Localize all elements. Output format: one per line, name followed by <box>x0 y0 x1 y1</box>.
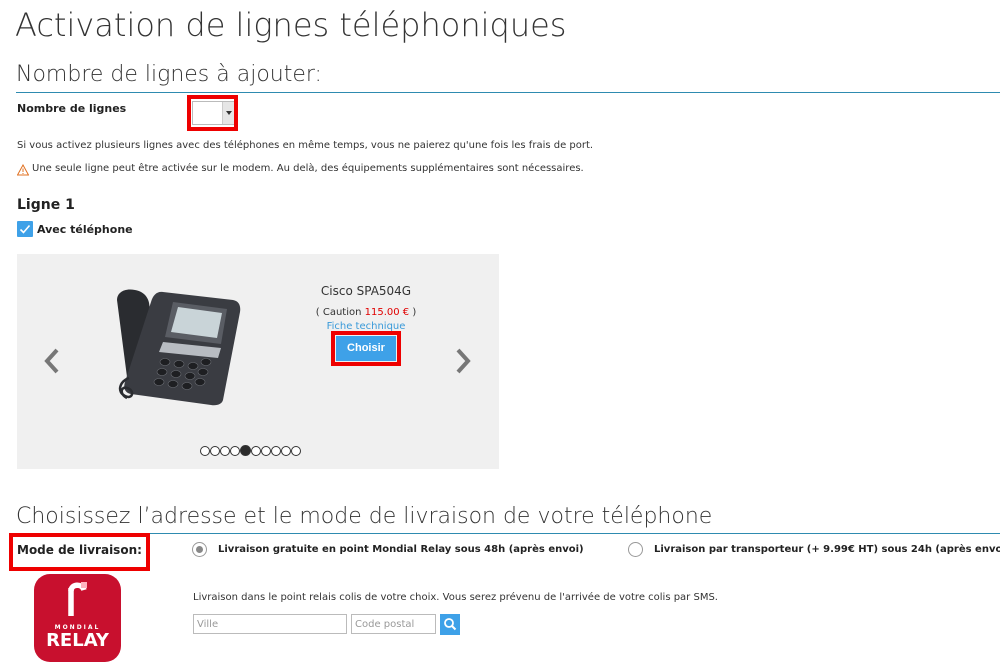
caution-suffix: ) <box>412 307 417 318</box>
relay-delivery-radio[interactable] <box>192 542 207 557</box>
lines-count-highlight <box>187 95 238 131</box>
carousel-dot[interactable] <box>220 446 230 456</box>
relay-logo-word2: RELAY <box>46 630 109 651</box>
multi-line-info: Si vous activez plusieurs lignes avec de… <box>17 140 594 151</box>
carousel-dot[interactable] <box>210 446 220 456</box>
with-phone-label: Avec téléphone <box>37 223 133 236</box>
search-icon <box>444 618 457 631</box>
lines-section-title: Nombre de lignes à ajouter: <box>16 62 322 87</box>
carousel-dot[interactable] <box>200 446 210 456</box>
product-name: Cisco SPA504G <box>320 284 412 298</box>
caution-text: ( Caution 115.00 € ) <box>297 307 435 318</box>
with-phone-checkbox[interactable] <box>17 221 33 237</box>
mondial-relay-logo: MONDIAL RELAY <box>34 574 121 662</box>
modem-warning: Une seule ligne peut être activée sur le… <box>32 163 584 174</box>
phone-carousel: Cisco SPA504G ( Caution 115.00 € ) Fiche… <box>17 254 499 469</box>
carousel-dot[interactable] <box>281 446 291 456</box>
relay-delivery-label[interactable]: Livraison gratuite en point Mondial Rela… <box>218 544 584 555</box>
lines-count-label: Nombre de lignes <box>17 102 127 115</box>
page-title: Activation de lignes téléphoniques <box>15 6 567 44</box>
city-input[interactable] <box>193 614 347 634</box>
carousel-dot[interactable] <box>261 446 271 456</box>
caution-prefix: ( Caution <box>315 307 362 318</box>
carousel-dot[interactable] <box>240 445 251 456</box>
delivery-section-divider <box>16 533 1000 534</box>
postal-code-input[interactable] <box>351 614 436 634</box>
carrier-delivery-label[interactable]: Livraison par transporteur (+ 9.99€ HT) … <box>654 544 1000 555</box>
line1-title: Ligne 1 <box>17 197 75 213</box>
choose-button-highlight <box>331 331 401 366</box>
delivery-mode-highlight <box>9 533 150 571</box>
relay-info-text: Livraison dans le point relais colis de … <box>193 592 718 603</box>
carousel-pagination <box>200 445 301 458</box>
caution-price: 115.00 € <box>364 307 410 318</box>
relay-search-button[interactable] <box>440 614 460 635</box>
lines-section-divider <box>16 92 1000 93</box>
carousel-dot[interactable] <box>291 446 301 456</box>
carrier-delivery-radio[interactable] <box>628 542 643 557</box>
carousel-dot[interactable] <box>271 446 281 456</box>
carousel-prev-icon[interactable] <box>41 346 61 376</box>
carousel-dot[interactable] <box>230 446 240 456</box>
delivery-section-title: Choisissez l’adresse et le mode de livra… <box>16 504 713 529</box>
warning-icon <box>17 164 29 176</box>
carousel-dot[interactable] <box>251 446 261 456</box>
phone-product-image <box>117 289 241 406</box>
carousel-next-icon[interactable] <box>454 346 474 376</box>
check-icon <box>19 224 31 234</box>
relay-logo-mark-icon <box>68 582 87 616</box>
